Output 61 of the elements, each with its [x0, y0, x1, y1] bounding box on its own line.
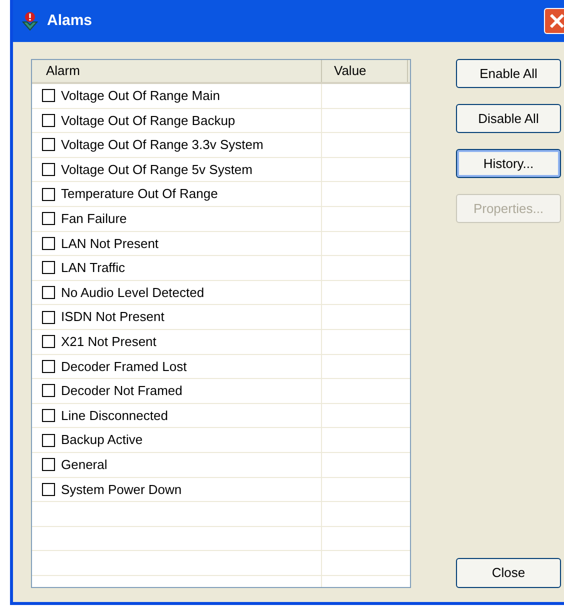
- alarm-label: Decoder Framed Lost: [61, 358, 187, 376]
- alarm-label: System Power Down: [61, 480, 182, 499]
- close-window-button[interactable]: [544, 8, 564, 34]
- alarm-row[interactable]: No Audio Level Detected: [32, 280, 322, 304]
- checkbox[interactable]: [42, 434, 55, 447]
- alarm-label: Voltage Out Of Range Main: [61, 87, 220, 106]
- column-header[interactable]: Value: [322, 60, 408, 82]
- checkbox[interactable]: [42, 286, 55, 300]
- checkbox[interactable]: [42, 236, 55, 250]
- alarm-label: No Audio Level Detected: [61, 284, 204, 302]
- checkbox[interactable]: [42, 114, 55, 127]
- alarm-row[interactable]: System Power Down: [32, 478, 322, 502]
- checkbox[interactable]: [42, 188, 55, 201]
- column-header[interactable]: Alarm: [32, 60, 322, 82]
- checkbox[interactable]: [42, 261, 55, 274]
- dialog-button[interactable]: Enable All: [456, 59, 561, 88]
- checkbox[interactable]: [42, 335, 55, 348]
- dialog-button[interactable]: Disable All: [456, 104, 561, 133]
- checkbox[interactable]: [42, 163, 55, 176]
- alarm-label: Decoder Not Framed: [61, 382, 182, 400]
- alarm-label: X21 Not Present: [61, 332, 156, 351]
- alarm-row[interactable]: General: [32, 452, 322, 476]
- alarm-label: Voltage Out Of Range 3.3v System: [61, 136, 264, 154]
- alarm-label: ISDN Not Present: [61, 308, 164, 326]
- alarm-label: Voltage Out Of Range Backup: [61, 112, 236, 130]
- checkbox[interactable]: [42, 212, 55, 226]
- close-icon: [549, 13, 564, 29]
- alarm-row[interactable]: X21 Not Present: [32, 330, 322, 354]
- alarm-label: Temperature Out Of Range: [61, 185, 218, 204]
- checkbox[interactable]: [42, 482, 55, 496]
- alarm-icon: [21, 10, 39, 32]
- close-button[interactable]: Close: [456, 558, 561, 588]
- alarm-row[interactable]: Backup Active: [32, 428, 322, 452]
- checkbox[interactable]: [42, 138, 55, 152]
- checkbox[interactable]: [42, 384, 55, 398]
- alarm-label: Voltage Out Of Range 5v System: [61, 160, 252, 179]
- alarm-row[interactable]: Voltage Out Of Range Backup: [32, 108, 322, 132]
- alarm-row[interactable]: Voltage Out Of Range 5v System: [32, 158, 322, 182]
- checkbox[interactable]: [42, 409, 55, 422]
- alarm-label: LAN Not Present: [61, 234, 159, 253]
- alarm-label: LAN Traffic: [61, 259, 126, 278]
- checkbox[interactable]: [42, 360, 55, 373]
- alarm-row[interactable]: Voltage Out Of Range 3.3v System: [32, 133, 322, 157]
- alarm-label: Line Disconnected: [61, 406, 168, 425]
- alarm-row[interactable]: LAN Traffic: [32, 256, 322, 280]
- alarm-row[interactable]: Decoder Not Framed: [32, 379, 322, 403]
- checkbox[interactable]: [42, 458, 55, 472]
- alarm-row[interactable]: Voltage Out Of Range Main: [32, 84, 322, 108]
- alarm-label: General: [61, 456, 108, 474]
- checkbox[interactable]: [42, 310, 55, 324]
- window-title: Alams: [47, 10, 92, 31]
- alarm-row[interactable]: ISDN Not Present: [32, 305, 322, 329]
- checkbox[interactable]: [42, 89, 55, 102]
- alarm-label: Backup Active: [61, 431, 143, 450]
- alarm-label: Fan Failure: [61, 210, 127, 228]
- alarm-row[interactable]: LAN Not Present: [32, 232, 322, 256]
- alarm-row[interactable]: Line Disconnected: [32, 404, 322, 428]
- alarm-row[interactable]: Fan Failure: [32, 206, 322, 231]
- alarm-row[interactable]: Temperature Out Of Range: [32, 182, 322, 206]
- dialog-button[interactable]: History...: [456, 149, 561, 178]
- alarm-row[interactable]: Decoder Framed Lost: [32, 354, 322, 378]
